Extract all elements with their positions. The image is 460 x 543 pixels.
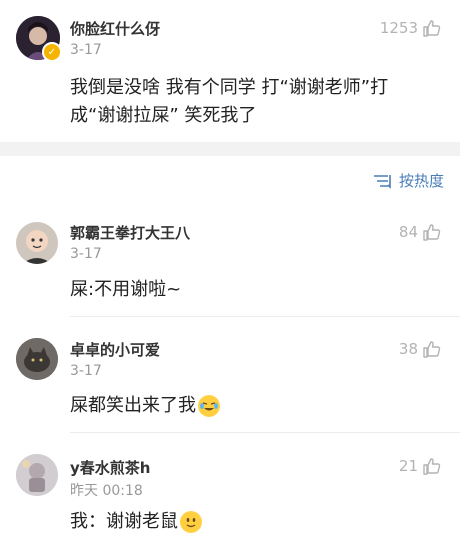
like-button[interactable]: 21: [399, 456, 442, 476]
divider: [70, 316, 460, 317]
user-name[interactable]: y春水煎茶h: [70, 457, 150, 478]
section-separator: [0, 142, 460, 156]
like-count: 84: [398, 223, 418, 241]
comment-line-1: 我倒是没啥 我有个同学 打“谢谢老师”打: [70, 77, 389, 98]
like-button[interactable]: 38: [399, 339, 442, 359]
like-count: 21: [398, 457, 418, 475]
comment-time: 3-17: [70, 42, 102, 58]
avatar[interactable]: [16, 338, 58, 380]
comment-text: 我：谢谢老鼠: [70, 508, 202, 536]
sort-toggle[interactable]: 按热度: [373, 170, 444, 191]
divider: [70, 432, 460, 433]
thumbs-up-icon: [423, 341, 441, 358]
smile-emoji-icon: [180, 511, 202, 533]
comment-text: 屎都笑出来了我: [70, 392, 220, 420]
comment-text: 我倒是没啥 我有个同学 打“谢谢老师”打 成“谢谢拉屎” 笑死我了: [70, 74, 388, 130]
like-button[interactable]: 1253: [380, 18, 442, 38]
comment-time: 3-17: [70, 363, 102, 379]
like-button[interactable]: 84: [399, 222, 442, 242]
comment-text: 屎:不用谢啦~: [70, 279, 182, 300]
comment-text-body: 屎都笑出来了我: [70, 395, 196, 416]
comment-text-body: 我：谢谢老鼠: [70, 511, 178, 532]
avatar[interactable]: [16, 222, 58, 264]
user-name[interactable]: 卓卓的小可爱: [70, 339, 160, 360]
avatar[interactable]: [16, 454, 58, 496]
comment-line-2: 成“谢谢拉屎” 笑死我了: [70, 105, 257, 126]
comment-time: 昨天 00:18: [70, 483, 143, 499]
verified-badge-icon: ✓: [42, 42, 62, 62]
comment-time: 3-17: [70, 246, 102, 262]
user-name[interactable]: 你脸红什么伢: [70, 18, 160, 39]
thumbs-up-icon: [423, 458, 441, 475]
thumbs-up-icon: [423, 224, 441, 241]
user-name[interactable]: 郭霸王拳打大王八: [70, 222, 190, 243]
top-comment: ✓ 你脸红什么伢 3-17 1253 我倒是没啥 我有个同学 打“谢谢老师”打 …: [0, 0, 460, 142]
sort-label: 按热度: [398, 172, 444, 190]
laugh-cry-emoji-icon: [198, 395, 220, 417]
like-count: 38: [398, 340, 418, 358]
thumbs-up-icon: [423, 20, 441, 37]
like-count: 1253: [379, 19, 418, 37]
sort-icon: [373, 174, 391, 189]
